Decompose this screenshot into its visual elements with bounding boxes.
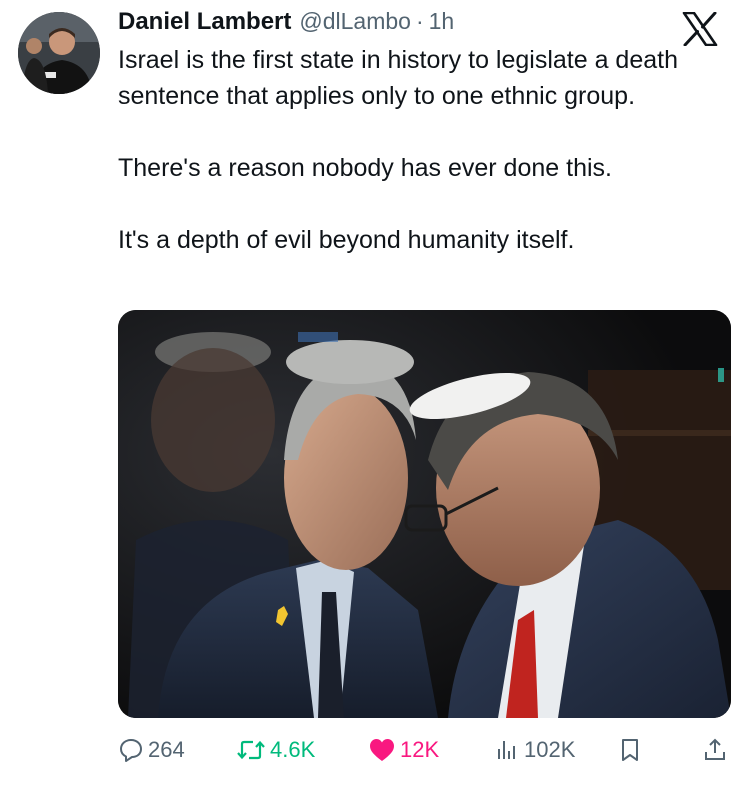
retweet-count: 4.6K [270,737,316,762]
tweet-card: Daniel Lambert @dlLambo · 1h Israel is t… [0,0,750,806]
like-count: 12K [400,737,440,762]
tweet-paragraph: It's a depth of evil beyond humanity its… [118,226,575,254]
share-icon [703,737,727,763]
author-name[interactable]: Daniel Lambert [118,8,291,36]
bookmark-button[interactable] [618,730,642,770]
action-bar: 264 4.6K 12K 102K [118,730,738,770]
reply-button[interactable]: 264 [118,730,185,770]
tweet-text: Israel is the first state in history to … [118,42,738,258]
like-button[interactable]: 12K [368,730,439,770]
tweet-paragraph: Israel is the first state in history to … [118,46,678,110]
views-button[interactable]: 102K [494,730,575,770]
post-time[interactable]: 1h [429,8,455,35]
header-separator: · [415,8,424,34]
x-logo-icon [682,11,718,47]
reply-count: 264 [148,737,185,762]
heart-icon [368,737,396,763]
tweet-header: Daniel Lambert @dlLambo · 1h [118,8,454,40]
views-icon [494,737,520,763]
tweet-paragraph: There's a reason nobody has ever done th… [118,154,612,182]
avatar[interactable] [18,12,100,94]
reply-icon [118,737,144,763]
views-count: 102K [524,737,576,762]
bookmark-icon [618,737,642,763]
retweet-icon [236,737,266,763]
tweet-photo[interactable] [118,310,731,718]
author-handle[interactable]: @dlLambo [299,8,411,35]
retweet-button[interactable]: 4.6K [236,730,315,770]
share-button[interactable] [703,730,727,770]
